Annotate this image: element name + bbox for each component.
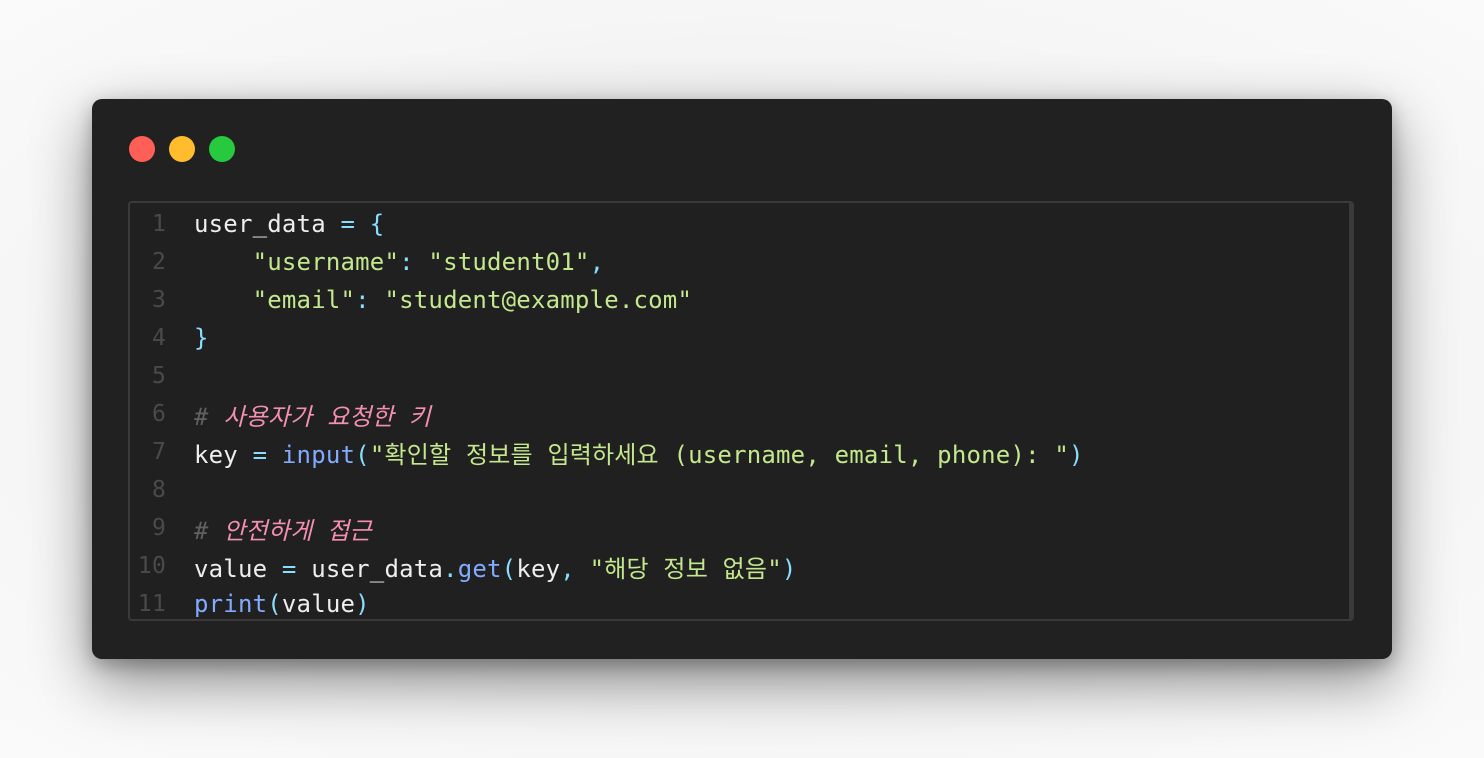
code-content: }: [194, 324, 209, 352]
code-token: "확인할 정보를 입력하세요 (username, email, phone):…: [369, 440, 1070, 469]
line-number: 11: [137, 591, 166, 617]
code-token: ,: [560, 554, 590, 583]
line-number: 3: [151, 287, 166, 313]
line-number: 8: [151, 477, 166, 503]
code-line: 7 key = input("확인할 정보를 입력하세요 (username, e…: [130, 433, 1349, 471]
code-token: :: [399, 248, 429, 276]
line-number: 2: [151, 249, 166, 275]
code-line: 2 "username": "student01",: [130, 243, 1349, 281]
code-token: {: [369, 210, 385, 238]
code-content: value = user_data.get(key, "해당 정보 없음"): [194, 549, 797, 584]
line-number: 10: [137, 553, 166, 579]
code-content: # 사용자가 요청한 키: [194, 397, 431, 432]
code-token: value: [281, 590, 356, 618]
code-token: "student01": [428, 248, 590, 276]
code-token: (: [267, 590, 282, 618]
code-token: ,: [589, 248, 605, 276]
code-token: user_data: [311, 554, 444, 583]
line-number: 7: [151, 439, 166, 465]
code-line: 11 print(value): [130, 585, 1349, 623]
code-content: "email": "student@example.com": [194, 286, 692, 314]
code-content: print(value): [194, 590, 370, 618]
code-token: value: [194, 554, 268, 583]
line-number: 1: [151, 211, 166, 237]
code-token: .: [443, 554, 458, 583]
screenshot-stage: 1 user_data = {2 "username": "student01",…: [0, 0, 1484, 758]
code-token: ): [1069, 440, 1084, 469]
line-number: 9: [151, 515, 166, 541]
code-token: =: [267, 554, 312, 583]
code-token: :: [355, 286, 385, 314]
code-token: key: [516, 554, 561, 583]
code-line: 9 # 안전하게 접근: [130, 509, 1349, 547]
code-token: "email": [252, 286, 356, 314]
code-line: 3 "email": "student@example.com": [130, 281, 1349, 319]
code-token: print: [194, 590, 268, 618]
code-token: =: [237, 440, 282, 469]
code-window: 1 user_data = {2 "username": "student01",…: [92, 99, 1392, 659]
code-line: 5: [130, 357, 1349, 395]
window-controls: [129, 136, 235, 162]
maximize-dot-icon[interactable]: [209, 136, 235, 162]
code-content: "username": "student01",: [194, 248, 604, 276]
code-content: key = input("확인할 정보를 입력하세요 (username, em…: [194, 435, 1084, 470]
code-token: "username": [252, 248, 400, 276]
code-token: user_data: [194, 210, 326, 238]
code-content: user_data = {: [194, 210, 384, 238]
code-token: key: [194, 440, 238, 469]
code-editor[interactable]: 1 user_data = {2 "username": "student01",…: [128, 201, 1354, 621]
code-line: 8: [130, 471, 1349, 509]
code-token: 사용자가 요청한 키: [223, 402, 431, 431]
code-content: # 안전하게 접근: [194, 511, 372, 546]
close-dot-icon[interactable]: [129, 136, 155, 162]
code-token: ): [781, 554, 797, 583]
code-token: ): [355, 590, 370, 618]
code-token: =: [325, 210, 370, 238]
code-line: 10 value = user_data.get(key, "해당 정보 없음"): [130, 547, 1349, 585]
code-token: #: [194, 516, 224, 545]
code-token: 안전하게 접근: [223, 516, 372, 545]
code-token: "student@example.com": [384, 286, 693, 314]
minimize-dot-icon[interactable]: [169, 136, 195, 162]
code-token: get: [457, 554, 502, 583]
code-line: 6 # 사용자가 요청한 키: [130, 395, 1349, 433]
code-line: 4}: [130, 319, 1349, 357]
code-token: input: [281, 440, 356, 469]
code-token: "해당 정보 없음": [589, 554, 782, 583]
code-token: }: [194, 324, 209, 352]
code-token: #: [194, 402, 224, 431]
line-number: 6: [151, 401, 166, 427]
line-number: 4: [151, 325, 166, 351]
code-line: 1 user_data = {: [130, 205, 1349, 243]
code-token: (: [355, 440, 370, 469]
code-token: (: [501, 554, 517, 583]
line-number: 5: [151, 363, 166, 389]
